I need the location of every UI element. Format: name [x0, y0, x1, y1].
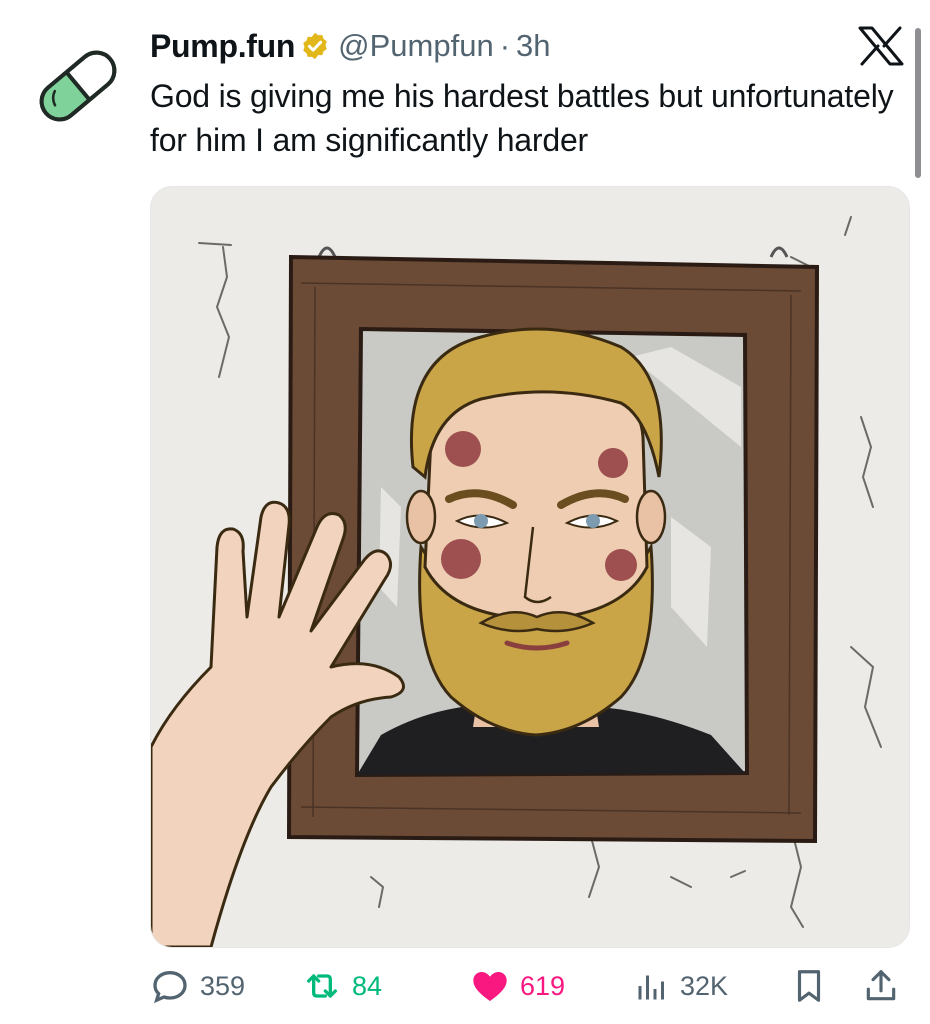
views-icon [638, 975, 664, 1000]
separator-dot: · [499, 28, 511, 63]
retweet-button[interactable]: 84 [302, 958, 382, 1014]
heart-icon [473, 972, 507, 1001]
user-handle[interactable]: @Pumpfun [338, 28, 494, 64]
retweet-count: 84 [352, 970, 383, 1001]
like-count: 619 [520, 970, 566, 1001]
tweet-text: God is giving me his hardest battles but… [150, 78, 894, 158]
tweet-header: Pump.fun @Pumpfun · 3h [150, 24, 551, 68]
views-button[interactable]: 32K [634, 958, 728, 1014]
timestamp[interactable]: 3h [516, 28, 550, 64]
tweet-actions: 359 84 619 32K [150, 958, 910, 1014]
retweet-icon [307, 974, 337, 998]
x-logo-icon[interactable] [856, 24, 906, 68]
reply-count: 359 [200, 970, 246, 1001]
display-name[interactable]: Pump.fun [150, 28, 295, 65]
tweet-image[interactable] [150, 186, 910, 948]
reply-button[interactable]: 359 [150, 958, 245, 1014]
scrollbar[interactable] [915, 28, 921, 178]
green-pill-icon [39, 50, 117, 122]
avatar[interactable] [30, 38, 126, 134]
like-button[interactable]: 619 [470, 958, 565, 1014]
verified-badge-icon [300, 31, 330, 61]
bookmark-icon [797, 970, 821, 1002]
share-icon [866, 970, 896, 1001]
bearded-man-in-mirror-illustration [151, 187, 909, 947]
views-count: 32K [680, 970, 729, 1001]
bookmark-button[interactable] [790, 958, 828, 1014]
share-button[interactable] [862, 958, 900, 1014]
reply-icon [153, 970, 187, 1004]
